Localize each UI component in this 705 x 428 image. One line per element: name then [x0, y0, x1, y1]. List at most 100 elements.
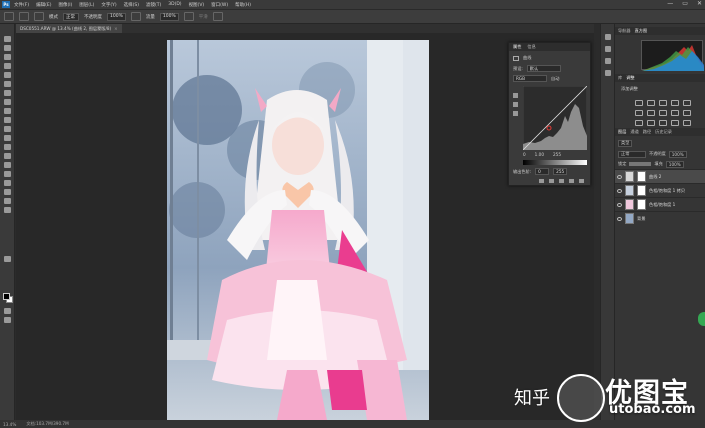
brush-tool-icon[interactable]: [4, 99, 11, 105]
settings-gear-icon[interactable]: [212, 12, 223, 21]
posterize-icon[interactable]: [647, 120, 655, 126]
brightness-contrast-icon[interactable]: [635, 100, 643, 106]
photo-filter-icon[interactable]: [671, 110, 679, 116]
document-tab[interactable]: DSC0551.ARW @ 13.4% (曲线 2, 图层蒙版/8) ×: [16, 24, 122, 33]
curves-adjust-icon[interactable]: [659, 100, 667, 106]
menu-image[interactable]: 图像(I): [58, 2, 72, 8]
menu-edit[interactable]: 编辑(E): [36, 2, 51, 8]
layer-opacity-field[interactable]: 100%: [668, 150, 687, 158]
visibility-eye-icon[interactable]: [617, 202, 622, 207]
exposure-icon[interactable]: [671, 100, 679, 106]
tab-history[interactable]: 历史记录: [655, 129, 672, 135]
more-tools-icon[interactable]: [4, 256, 11, 262]
menu-3d[interactable]: 3D(D): [168, 2, 181, 7]
reset-icon[interactable]: [559, 179, 564, 183]
threshold-icon[interactable]: [659, 120, 667, 126]
blur-tool-icon[interactable]: [4, 144, 11, 150]
side-floating-button[interactable]: [698, 312, 705, 326]
close-tab-icon[interactable]: ×: [114, 26, 118, 31]
flow-field[interactable]: 100%: [159, 12, 179, 21]
clone-stamp-tool-icon[interactable]: [4, 108, 11, 114]
channel-select[interactable]: RGB: [513, 75, 547, 82]
move-tool-icon[interactable]: [4, 36, 11, 42]
zoom-tool-icon[interactable]: [4, 207, 11, 213]
input-black-value[interactable]: 0: [523, 152, 526, 157]
crop-tool-icon[interactable]: [4, 72, 11, 78]
kind-filter-select[interactable]: 类型: [618, 139, 633, 147]
hue-saturation-icon[interactable]: [635, 110, 643, 116]
output-white-field[interactable]: 255: [553, 168, 568, 175]
black-white-icon[interactable]: [659, 110, 667, 116]
menu-filter[interactable]: 滤镜(T): [146, 2, 161, 8]
fill-field[interactable]: 100%: [665, 160, 684, 168]
delete-adjustment-icon[interactable]: [579, 179, 584, 183]
visibility-eye-icon[interactable]: [617, 174, 622, 179]
menu-layer[interactable]: 图层(L): [79, 2, 94, 8]
input-gamma-value[interactable]: 1.00: [535, 152, 544, 157]
input-white-value[interactable]: 255: [553, 152, 561, 157]
hand-tool-icon[interactable]: [4, 198, 11, 204]
brush-panel-icon[interactable]: [34, 12, 44, 21]
shape-tool-icon[interactable]: [4, 189, 11, 195]
view-previous-icon[interactable]: [549, 179, 554, 183]
invert-icon[interactable]: [635, 120, 643, 126]
opacity-field[interactable]: 100%: [107, 12, 126, 21]
layer-row[interactable]: 色相/饱和度 1: [615, 197, 705, 211]
document-info[interactable]: 文档:103.7M/390.7M: [26, 421, 68, 427]
tab-adjustments[interactable]: 调整: [626, 75, 634, 81]
visibility-icon[interactable]: [569, 179, 574, 183]
quick-mask-icon[interactable]: [4, 308, 11, 314]
document-canvas-photo[interactable]: [167, 40, 429, 420]
pen-tool-icon[interactable]: [4, 162, 11, 168]
tab-info[interactable]: 信息: [527, 44, 535, 50]
levels-icon[interactable]: [647, 100, 655, 106]
screen-mode-icon[interactable]: [4, 317, 11, 323]
menu-window[interactable]: 窗口(W): [211, 2, 228, 8]
layer-mask-thumbnail[interactable]: [637, 171, 646, 182]
character-icon[interactable]: [605, 58, 611, 64]
blend-mode-select[interactable]: 正常: [618, 150, 646, 158]
zoom-level[interactable]: 13.4%: [3, 422, 16, 427]
color-balance-icon[interactable]: [647, 110, 655, 116]
minimize-button[interactable]: —: [667, 0, 673, 7]
brush-settings-icon[interactable]: [605, 46, 611, 52]
visibility-eye-icon[interactable]: [617, 216, 622, 221]
channel-mixer-icon[interactable]: [683, 110, 691, 116]
gray-point-eyedropper-icon[interactable]: [513, 102, 518, 107]
lock-icons[interactable]: [629, 162, 652, 166]
tab-paths[interactable]: 路径: [643, 129, 651, 135]
gradient-map-icon[interactable]: [671, 120, 679, 126]
eyedropper-tool-icon[interactable]: [4, 81, 11, 87]
layer-mask-thumbnail[interactable]: [637, 185, 646, 196]
tab-histogram[interactable]: 直方图: [635, 28, 648, 34]
tab-libraries[interactable]: 库: [618, 75, 622, 81]
layer-row[interactable]: 曲线 2: [615, 169, 705, 183]
output-black-field[interactable]: 0: [535, 168, 550, 175]
history-brush-tool-icon[interactable]: [4, 117, 11, 123]
eraser-tool-icon[interactable]: [4, 126, 11, 132]
play-actions-icon[interactable]: [605, 34, 611, 40]
tab-navigator[interactable]: 导航器: [618, 28, 631, 34]
lasso-tool-icon[interactable]: [4, 54, 11, 60]
visibility-eye-icon[interactable]: [617, 188, 622, 193]
path-select-tool-icon[interactable]: [4, 180, 11, 186]
foreground-color-swatch[interactable]: [3, 293, 10, 300]
healing-brush-tool-icon[interactable]: [4, 90, 11, 96]
airbrush-icon[interactable]: [183, 12, 194, 21]
pressure-opacity-icon[interactable]: [130, 12, 141, 21]
preset-select[interactable]: 默认: [526, 65, 561, 72]
layer-row[interactable]: 背景: [615, 211, 705, 225]
paragraph-icon[interactable]: [605, 70, 611, 76]
white-point-eyedropper-icon[interactable]: [513, 111, 518, 116]
auto-button[interactable]: 自动: [551, 76, 559, 82]
tab-properties[interactable]: 属性: [513, 44, 521, 50]
selective-color-icon[interactable]: [683, 120, 691, 126]
tab-channels[interactable]: 通道: [630, 129, 638, 135]
tool-preset-icon[interactable]: [4, 12, 14, 21]
menu-type[interactable]: 文字(Y): [101, 2, 116, 8]
black-point-eyedropper-icon[interactable]: [513, 93, 518, 98]
text-tool-icon[interactable]: [4, 171, 11, 177]
mode-select[interactable]: 正常: [63, 12, 79, 21]
dodge-tool-icon[interactable]: [4, 153, 11, 159]
menu-select[interactable]: 选择(S): [124, 2, 139, 8]
